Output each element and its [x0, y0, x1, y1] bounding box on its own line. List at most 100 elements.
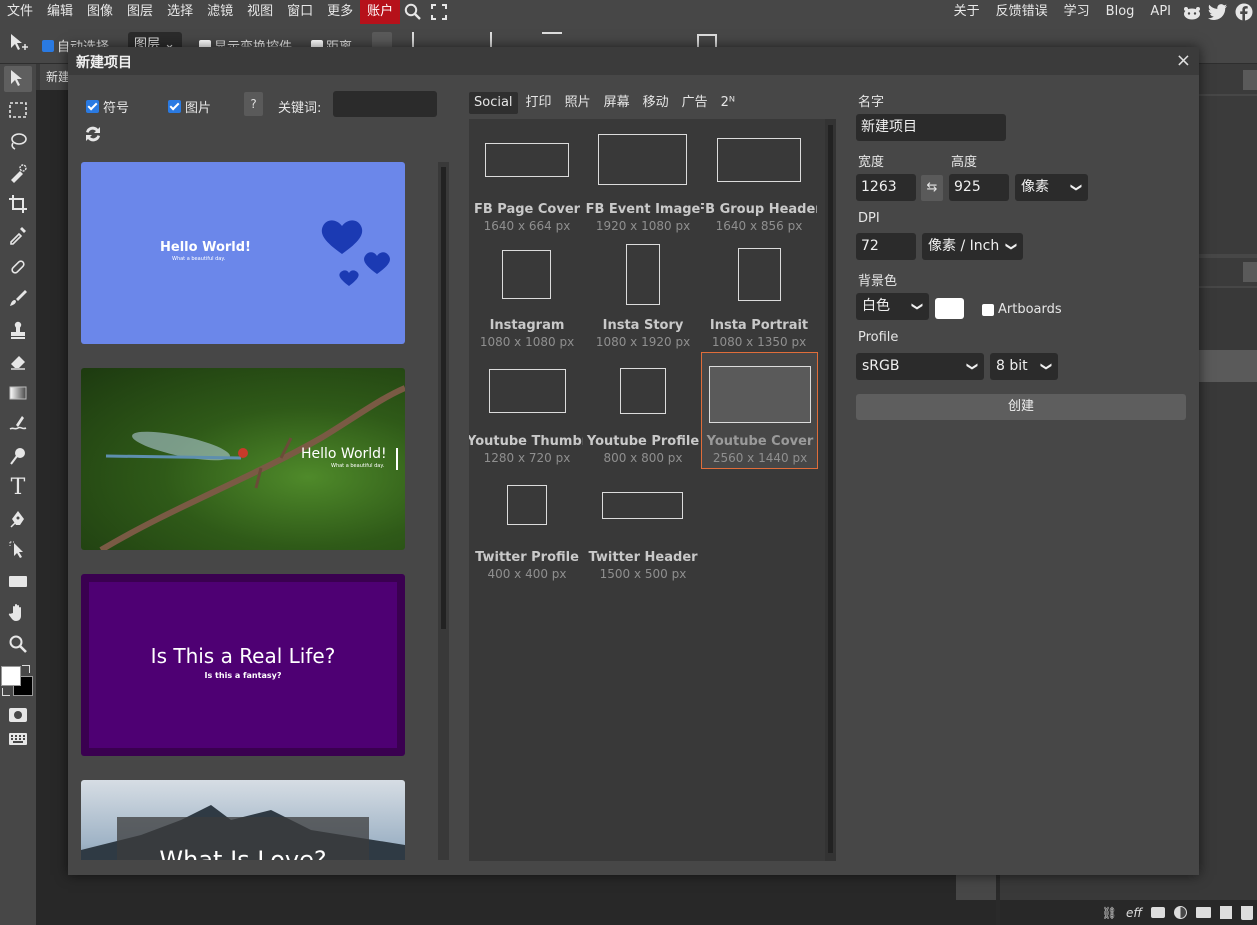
brush-tool[interactable]	[4, 285, 32, 311]
help-button[interactable]: ?	[244, 92, 263, 116]
stamp-tool[interactable]	[4, 317, 32, 343]
foreground-color-swatch[interactable]	[1, 666, 21, 686]
menu-edit[interactable]: 编辑	[40, 0, 80, 24]
effects-icon[interactable]: eff	[1126, 906, 1142, 920]
folder-icon[interactable]	[1196, 907, 1211, 918]
create-button[interactable]: 创建	[856, 394, 1186, 420]
adjustment-icon[interactable]	[1174, 906, 1187, 919]
menu-report-bug[interactable]: 反馈错误	[988, 0, 1056, 24]
preset-fb-event-image[interactable]: FB Event Image 1920 x 1080 px	[585, 121, 701, 237]
eraser-tool[interactable]	[4, 348, 32, 374]
menu-image[interactable]: 图像	[80, 0, 120, 24]
crop-tool[interactable]	[4, 191, 32, 217]
menu-account[interactable]: 账户	[360, 0, 401, 24]
fullscreen-icon[interactable]	[426, 0, 452, 24]
tab-print[interactable]: 打印	[521, 92, 557, 114]
keyboard-tool[interactable]	[4, 726, 32, 752]
name-input[interactable]: 新建项目	[856, 114, 1006, 141]
quick-mask-tool[interactable]	[4, 702, 32, 728]
dpi-unit-select[interactable]: 像素 / Inch ❯	[922, 233, 1023, 260]
twitter-icon[interactable]	[1205, 0, 1231, 24]
hand-tool[interactable]	[4, 600, 32, 626]
panel-menu-button[interactable]	[1243, 70, 1257, 90]
auto-select-box[interactable]	[42, 39, 54, 52]
keyword-input[interactable]	[333, 91, 437, 117]
preset-twitter-profile[interactable]: Twitter Profile 400 x 400 px	[469, 469, 585, 585]
templates-scroll-thumb[interactable]	[441, 167, 446, 629]
tab-ads[interactable]: 广告	[677, 92, 713, 114]
background-select[interactable]: 白色 ❯	[856, 293, 929, 320]
menu-layer[interactable]: 图层	[120, 0, 160, 24]
menu-view[interactable]: 视图	[240, 0, 280, 24]
menu-file[interactable]: 文件	[0, 0, 40, 24]
text-tool[interactable]: T	[4, 474, 32, 500]
symbols-box[interactable]	[86, 100, 99, 113]
shape-tool[interactable]	[4, 568, 32, 594]
mask-icon[interactable]	[1151, 907, 1165, 918]
preset-youtube-thumbnail[interactable]: Youtube Thumbnail 1280 x 720 px	[469, 353, 585, 469]
presets-scrollbar[interactable]	[825, 119, 836, 861]
color-swatches[interactable]	[0, 664, 36, 700]
eyedropper-tool[interactable]	[4, 222, 32, 248]
template-card[interactable]: Hello World! What a beautiful day.	[81, 162, 405, 344]
tab-power-of-two[interactable]: 2ᴺ	[716, 92, 740, 114]
menu-filter[interactable]: 滤镜	[200, 0, 240, 24]
preset-youtube-cover[interactable]: Youtube Cover 2560 x 1440 px	[701, 352, 818, 469]
smudge-tool[interactable]	[4, 411, 32, 437]
tab-social[interactable]: Social	[469, 92, 518, 114]
presets-scroll-thumb[interactable]	[828, 125, 833, 853]
refresh-icon[interactable]	[82, 123, 104, 149]
healing-tool[interactable]	[4, 254, 32, 280]
template-card[interactable]: Hello World! What a beautiful day.	[81, 368, 405, 550]
marquee-tool[interactable]	[4, 97, 32, 123]
dpi-input[interactable]: 72	[856, 233, 916, 260]
preset-instagram[interactable]: Instagram 1080 x 1080 px	[469, 237, 585, 353]
menu-about[interactable]: 关于	[946, 0, 988, 24]
menu-select[interactable]: 选择	[160, 0, 200, 24]
reset-colors-icon[interactable]	[2, 688, 10, 696]
zoom-tool[interactable]	[4, 631, 32, 657]
menu-window[interactable]: 窗口	[280, 0, 320, 24]
artboards-box[interactable]	[982, 303, 994, 316]
preset-insta-portrait[interactable]: Insta Portrait 1080 x 1350 px	[701, 237, 817, 353]
swap-dimensions-icon[interactable]: ⇆	[921, 175, 943, 201]
menu-api[interactable]: API	[1142, 0, 1179, 24]
tab-mobile[interactable]: 移动	[638, 92, 674, 114]
menu-blog[interactable]: Blog	[1098, 0, 1143, 24]
menu-more[interactable]: 更多	[320, 0, 360, 24]
swap-colors-icon[interactable]	[22, 665, 30, 673]
lasso-tool[interactable]	[4, 128, 32, 154]
template-card[interactable]: Is This a Real Life? Is this a fantasy?	[81, 574, 405, 756]
move-tool[interactable]	[4, 66, 32, 92]
preset-fb-page-cover[interactable]: FB Page Cover 1640 x 664 px	[469, 121, 585, 237]
preset-twitter-header[interactable]: Twitter Header 1500 x 500 px	[585, 469, 701, 585]
bitdepth-select[interactable]: 8 bit ❯	[990, 353, 1058, 380]
template-card[interactable]: What Is Love?	[81, 780, 405, 860]
trash-icon[interactable]	[1241, 905, 1253, 920]
tab-screen[interactable]: 屏幕	[599, 92, 635, 114]
preset-insta-story[interactable]: Insta Story 1080 x 1920 px	[585, 237, 701, 353]
panel-menu-button-2[interactable]	[1243, 262, 1257, 282]
artboards-checkbox[interactable]: Artboards	[982, 302, 1062, 317]
close-icon[interactable]: ×	[1176, 50, 1191, 71]
images-box[interactable]	[168, 100, 181, 113]
layer-row[interactable]	[1198, 350, 1257, 382]
background-color-picker[interactable]	[935, 298, 964, 319]
height-input[interactable]: 925	[949, 174, 1009, 201]
width-input[interactable]: 1263	[856, 174, 916, 201]
gradient-tool[interactable]	[4, 380, 32, 406]
search-icon[interactable]	[400, 0, 426, 24]
unit-select[interactable]: 像素 ❯	[1015, 174, 1088, 201]
preset-fb-group-header[interactable]: FB Group Header 1640 x 856 px	[701, 121, 817, 237]
dodge-tool[interactable]	[4, 443, 32, 469]
profile-select[interactable]: sRGB ❯	[856, 353, 984, 380]
path-select-tool[interactable]	[4, 537, 32, 563]
reddit-icon[interactable]	[1179, 0, 1205, 24]
link-icon[interactable]: ⛓	[1102, 906, 1117, 920]
facebook-icon[interactable]	[1231, 0, 1257, 24]
new-layer-icon[interactable]	[1220, 906, 1232, 919]
templates-scrollbar[interactable]	[438, 162, 449, 860]
preset-youtube-profile[interactable]: Youtube Profile 800 x 800 px	[585, 353, 701, 469]
tab-photo[interactable]: 照片	[560, 92, 596, 114]
menu-learn[interactable]: 学习	[1056, 0, 1098, 24]
